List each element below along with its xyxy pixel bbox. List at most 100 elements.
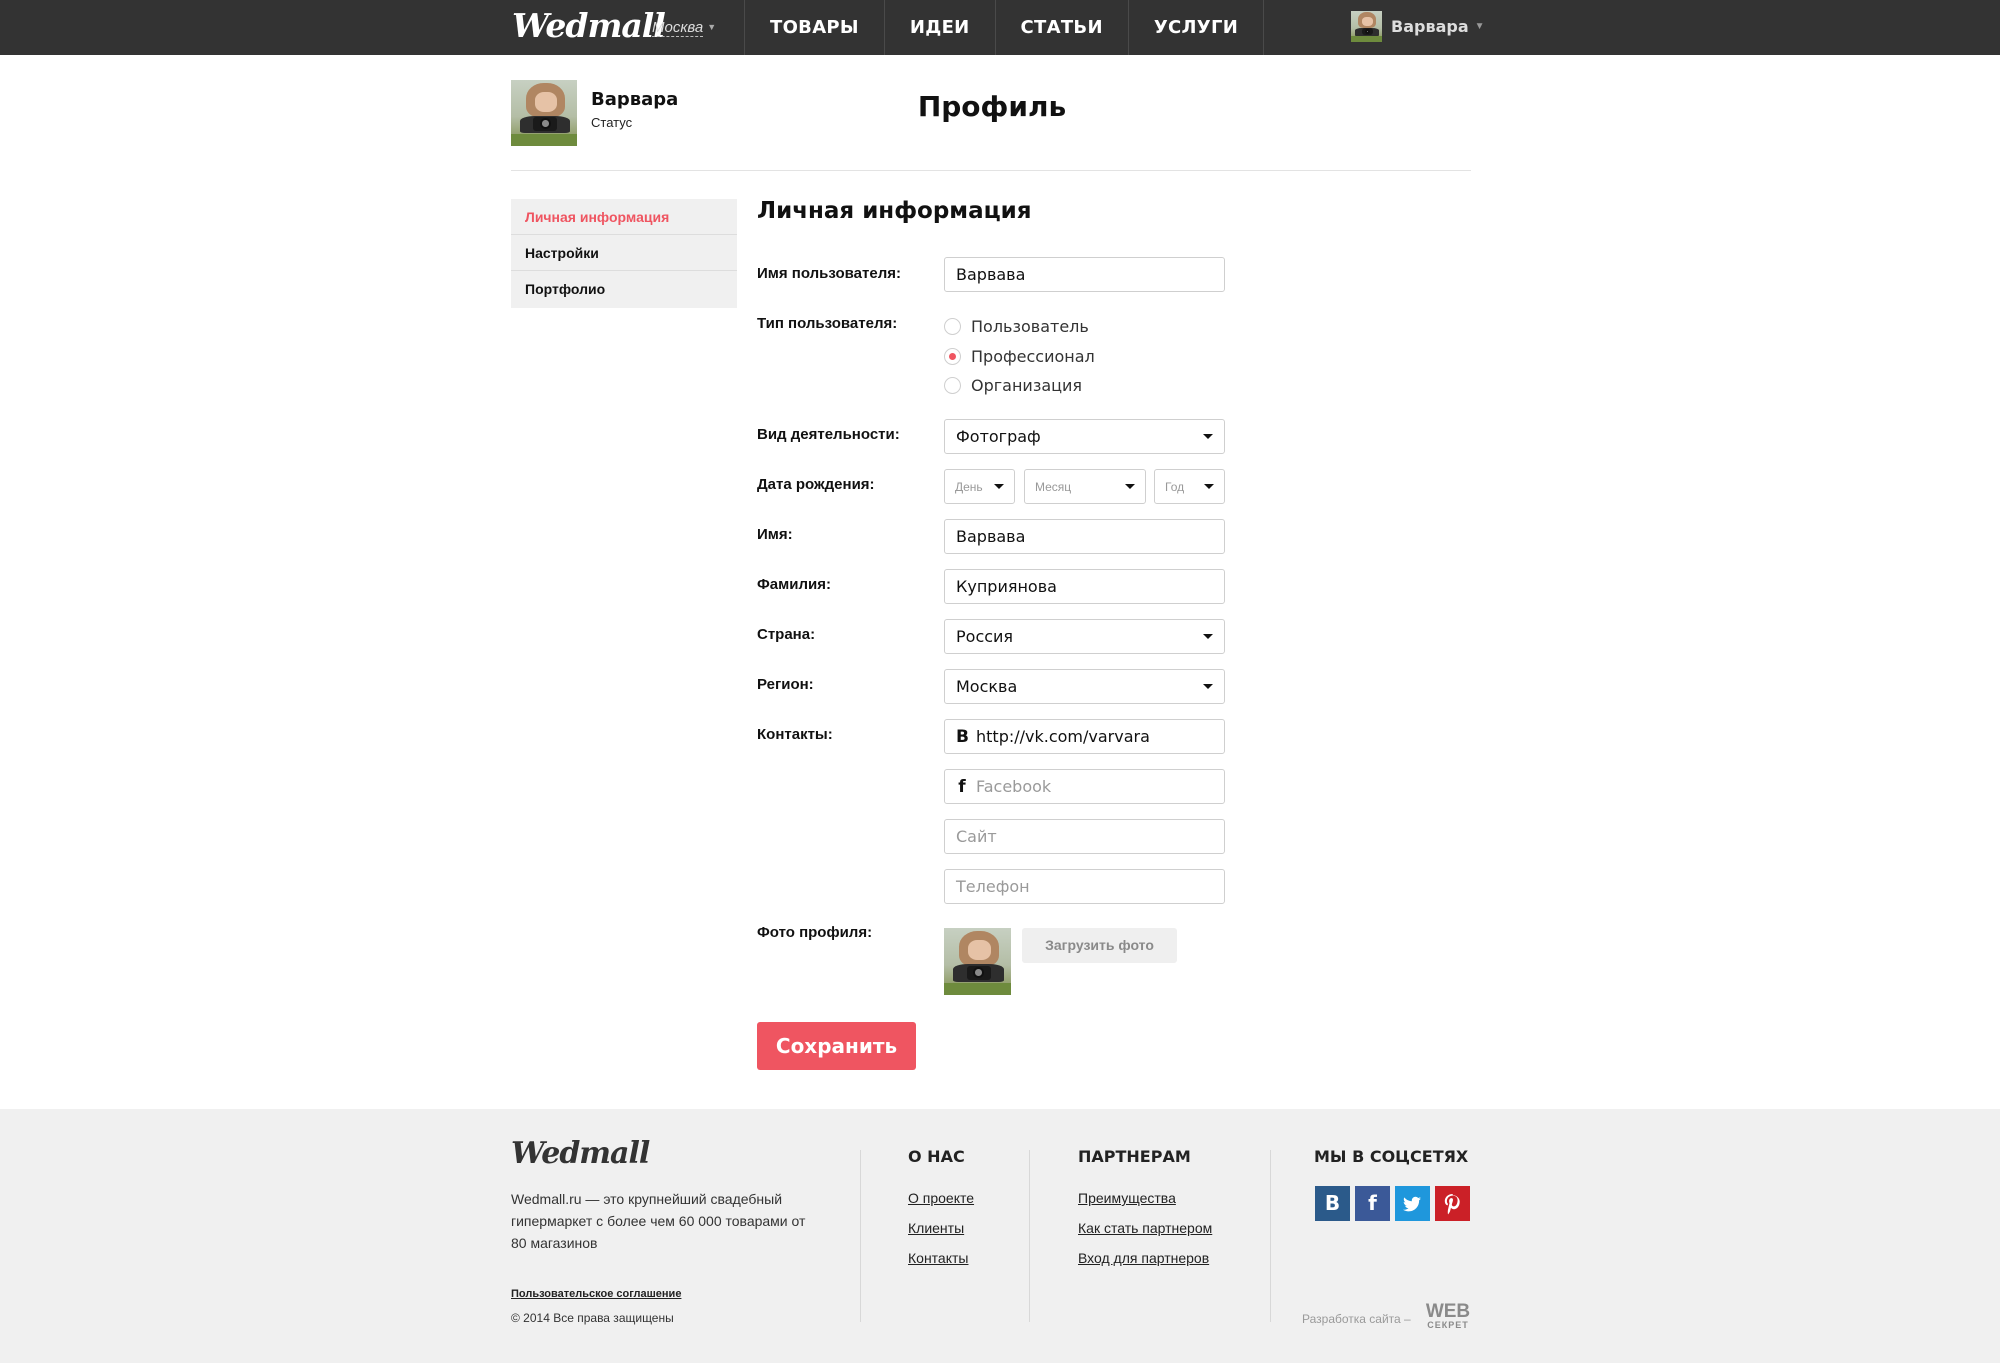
footer-link-benefits[interactable]: Преимущества — [1078, 1190, 1176, 1206]
birth-year-select[interactable]: Год — [1154, 469, 1225, 504]
region-label: Регион: — [757, 676, 814, 693]
user-type-label: Тип пользователя: — [757, 315, 898, 332]
nav-item-goods[interactable]: ТОВАРЫ — [745, 0, 885, 55]
username-label: Имя пользователя: — [757, 265, 901, 282]
activity-value: Фотограф — [956, 427, 1041, 446]
footer-divider — [860, 1150, 861, 1322]
vk-icon: B — [956, 726, 969, 747]
chevron-down-icon: ▼ — [1474, 21, 1485, 32]
nav-item-services[interactable]: УСЛУГИ — [1129, 0, 1265, 55]
birth-month-placeholder: Месяц — [1035, 479, 1072, 494]
top-bar: Wedmall Москва ▼ ТОВАРЫ ИДЕИ СТАТЬИ УСЛУГ… — [0, 0, 2000, 55]
nav-item-ideas[interactable]: ИДЕИ — [885, 0, 996, 55]
region-select[interactable]: Москва — [944, 669, 1225, 704]
user-menu-name: Варвара — [1391, 17, 1469, 36]
footer-social-title: МЫ В СОЦСЕТЯХ — [1314, 1147, 1469, 1166]
last-name-field[interactable]: Куприянова — [944, 569, 1225, 604]
upload-photo-button[interactable]: Загрузить фото — [1022, 928, 1177, 963]
region-value: Москва — [956, 677, 1018, 696]
radio-label-user: Пользователь — [971, 317, 1089, 336]
birthdate-label: Дата рождения: — [757, 476, 875, 493]
radio-organization[interactable]: Организация — [944, 376, 1082, 395]
profile-photo-thumbnail — [944, 928, 1011, 995]
radio-button[interactable] — [944, 377, 961, 394]
sidebar-item-portfolio[interactable]: Портфолио — [511, 271, 737, 308]
facebook-field[interactable]: f Facebook — [944, 769, 1225, 804]
activity-select[interactable]: Фотограф — [944, 419, 1225, 454]
dropdown-arrow-icon — [1204, 484, 1214, 489]
vk-icon[interactable]: B — [1315, 1186, 1350, 1221]
radio-professional[interactable]: Профессионал — [944, 347, 1095, 366]
terms-link[interactable]: Пользовательское соглашение — [511, 1288, 681, 1300]
twitter-icon[interactable] — [1395, 1186, 1430, 1221]
footer-link-partner-login[interactable]: Вход для партнеров — [1078, 1250, 1209, 1266]
country-select[interactable]: Россия — [944, 619, 1225, 654]
footer — [0, 1109, 2000, 1363]
radio-user[interactable]: Пользователь — [944, 317, 1089, 336]
save-button[interactable]: Сохранить — [757, 1022, 916, 1070]
chevron-down-icon: ▼ — [707, 22, 717, 32]
sidebar-item-personal-info[interactable]: Личная информация — [511, 199, 737, 235]
birth-year-placeholder: Год — [1165, 479, 1185, 494]
birth-month-select[interactable]: Месяц — [1024, 469, 1146, 504]
radio-label-professional: Профессионал — [971, 347, 1095, 366]
country-value: Россия — [956, 627, 1014, 646]
main-nav: ТОВАРЫ ИДЕИ СТАТЬИ УСЛУГИ — [744, 0, 1265, 55]
last-name-value: Куприянова — [956, 577, 1057, 596]
city-label: Москва — [652, 19, 704, 37]
city-selector[interactable]: Москва ▼ — [652, 19, 717, 37]
footer-divider — [1029, 1150, 1030, 1322]
username-field[interactable]: Варвава — [944, 257, 1225, 292]
facebook-icon: f — [958, 776, 966, 797]
site-placeholder: Сайт — [956, 827, 997, 846]
developer-credit: Разработка сайта – — [1302, 1312, 1411, 1326]
facebook-icon[interactable]: f — [1355, 1186, 1390, 1221]
radio-button[interactable] — [944, 318, 961, 335]
radio-label-organization: Организация — [971, 376, 1083, 395]
dropdown-arrow-icon — [994, 484, 1004, 489]
profile-name: Варвара — [591, 89, 679, 110]
footer-link-clients[interactable]: Клиенты — [908, 1220, 964, 1236]
footer-description: Wedmall.ru — это крупнейший свадебный ги… — [511, 1191, 806, 1251]
birth-day-select[interactable]: День — [944, 469, 1015, 504]
footer-about-title: О НАС — [908, 1147, 965, 1166]
dropdown-arrow-icon — [1125, 484, 1135, 489]
footer-logo[interactable]: Wedmall — [511, 1136, 650, 1171]
footer-link-contacts[interactable]: Контакты — [908, 1250, 968, 1266]
developer-logo-top: WEB — [1425, 1301, 1471, 1322]
country-label: Страна: — [757, 626, 816, 643]
facebook-placeholder: Facebook — [976, 777, 1052, 796]
copyright: © 2014 Все права защищены — [511, 1311, 674, 1325]
sidebar-item-settings[interactable]: Настройки — [511, 235, 737, 271]
footer-link-become-partner[interactable]: Как стать партнером — [1078, 1220, 1212, 1236]
first-name-field[interactable]: Варвава — [944, 519, 1225, 554]
first-name-label: Имя: — [757, 526, 793, 543]
header-logo[interactable]: Wedmall — [512, 6, 666, 45]
section-title: Личная информация — [757, 198, 1032, 224]
user-menu[interactable]: Варвара ▼ — [1351, 11, 1485, 42]
activity-label: Вид деятельности: — [757, 426, 900, 443]
pinterest-icon[interactable] — [1435, 1186, 1470, 1221]
dropdown-arrow-icon — [1203, 434, 1213, 439]
profile-avatar — [511, 80, 577, 146]
vk-value: http://vk.com/varvara — [976, 727, 1150, 746]
footer-partners-title: ПАРТНЕРАМ — [1078, 1147, 1191, 1166]
avatar — [1351, 11, 1382, 42]
phone-field[interactable]: Телефон — [944, 869, 1225, 904]
site-field[interactable]: Сайт — [944, 819, 1225, 854]
profile-status: Статус — [591, 115, 633, 130]
radio-button-selected[interactable] — [944, 348, 961, 365]
page-title: Профиль — [917, 90, 1067, 123]
developer-logo[interactable]: WEB СЕКРЕТ — [1425, 1302, 1471, 1330]
last-name-label: Фамилия: — [757, 576, 831, 593]
vk-field[interactable]: B http://vk.com/varvara — [944, 719, 1225, 754]
footer-link-about-project[interactable]: О проекте — [908, 1190, 974, 1206]
header-divider — [511, 170, 1471, 171]
developer-logo-bottom: СЕКРЕТ — [1427, 1320, 1469, 1330]
photo-label: Фото профиля: — [757, 924, 873, 941]
phone-placeholder: Телефон — [956, 877, 1030, 896]
footer-divider — [1270, 1150, 1271, 1322]
dropdown-arrow-icon — [1203, 634, 1213, 639]
contacts-label: Контакты: — [757, 726, 833, 743]
nav-item-articles[interactable]: СТАТЬИ — [996, 0, 1129, 55]
